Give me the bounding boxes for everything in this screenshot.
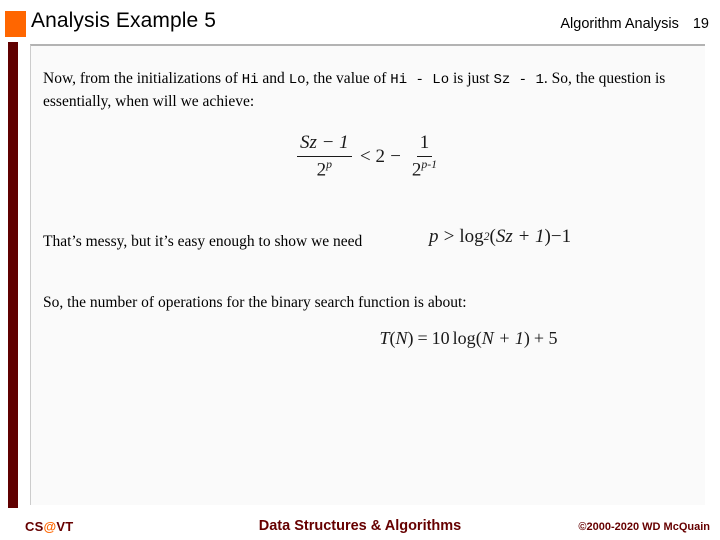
tn-coefficient: 10 [431,328,450,348]
equals-sign: = [417,328,428,348]
intro-segment-4: is just [449,70,494,87]
paragraph-intro: Now, from the initializations of Hi and … [43,68,695,113]
page-title: Analysis Example 5 [31,9,217,32]
tn-close-paren: ) [407,328,414,348]
log-eq-tail: −1 [550,226,572,247]
tn-log-argument: N + 1 [481,328,524,348]
code-lo-1: Lo [288,72,306,88]
tn-parameter: N [395,328,408,348]
equation-inequality: Sz − 1 2p < 2 − 1 2p-1 [31,132,706,182]
header-subject-label: Algorithm Analysis [560,16,679,32]
intro-segment-2: and [258,70,289,87]
intro-segment-3: , the value of [305,70,391,87]
equation-log: p > log 2(Sz + 1) −1 [429,226,571,248]
log-argument: Sz + 1 [495,226,545,247]
tn-tail: + 5 [533,328,558,348]
minus-sign: − [389,145,402,167]
slide-number-label: 19 [692,16,709,32]
code-sz-minus-1: Sz - 1 [493,72,544,88]
code-hi-1: Hi [241,72,259,88]
paragraph-messy: That’s messy, but it’s easy enough to sh… [43,233,363,250]
paragraph-operations: So, the number of operations for the bin… [43,294,467,311]
intro-segment-1: Now, from the initializations of [43,70,242,87]
tn-log-function-name: log [452,328,476,348]
tn-log-close-paren: ) [523,328,530,348]
log-function-name: log [459,226,484,247]
relation-less-than: < [358,145,372,167]
right-whole-number: 2 [375,145,386,167]
orange-accent-square-icon [5,11,26,37]
left-accent-bar [8,42,18,508]
slide-footer: CS@VT Data Structures & Algorithms ©2000… [0,508,720,540]
fraction-right-denominator: 2p-1 [411,157,438,181]
fraction-left: Sz − 1 2p [296,132,352,182]
slide-content-panel: Now, from the initializations of Hi and … [30,44,705,505]
header-meta: Algorithm Analysis 19 [560,16,709,32]
fraction-left-numerator: Sz − 1 [296,132,352,157]
footer-copyright: ©2000-2020 WD McQuain [578,521,710,533]
tn-function-name: T [379,328,390,348]
slide-header: Analysis Example 5 Algorithm Analysis 19 [0,0,720,44]
exponent-p-minus-1: p-1 [421,157,438,171]
fraction-right-numerator: 1 [416,132,433,157]
fraction-left-denominator: 2p [316,157,333,181]
log-eq-variable: p [429,226,439,247]
equation-tn: T(N) = 10 log(N + 1) + 5 [31,328,706,349]
code-hi-minus-lo: Hi - Lo [390,72,450,88]
relation-greater-than: > [442,226,456,247]
exponent-p: p [326,157,333,171]
fraction-right: 1 2p-1 [409,132,440,182]
